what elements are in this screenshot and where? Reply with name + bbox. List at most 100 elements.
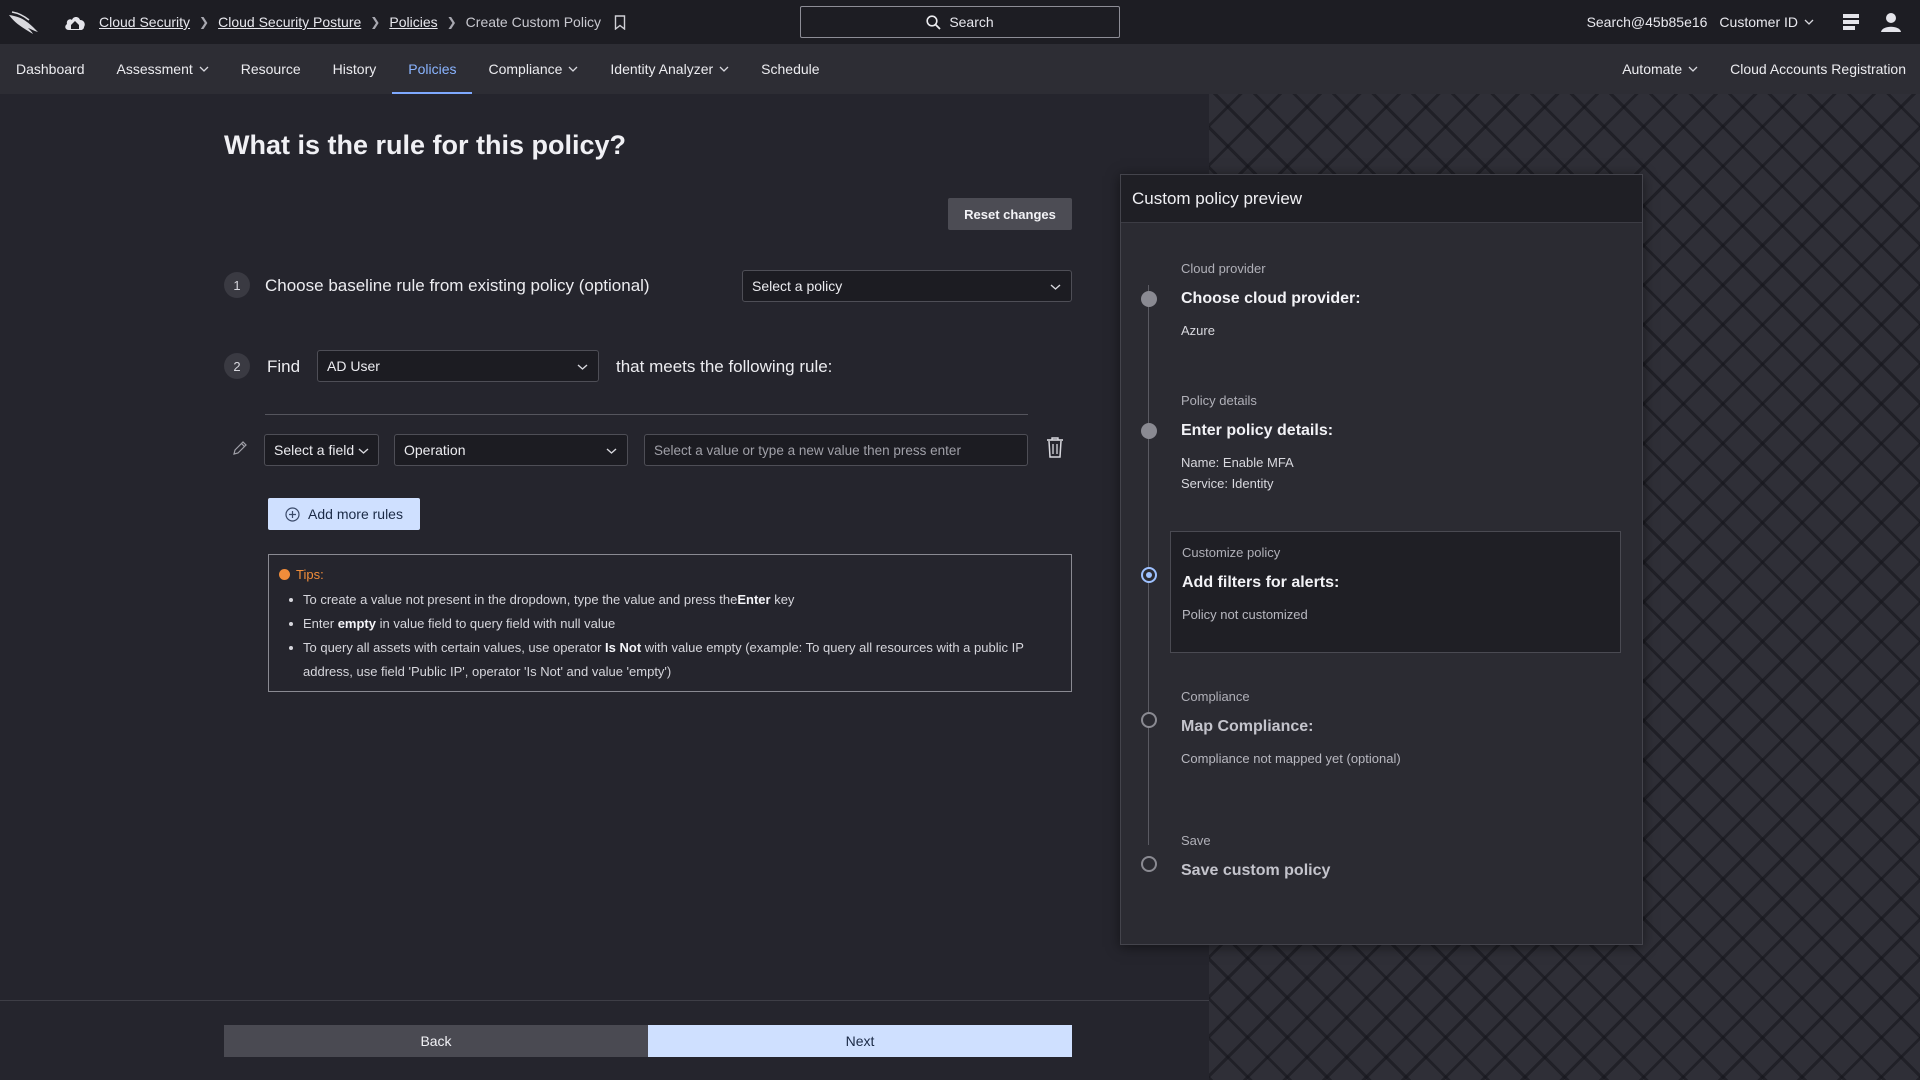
step-heading: Save custom policy — [1181, 862, 1331, 879]
nav-assessment[interactable]: Assessment — [117, 44, 209, 94]
global-search-button[interactable]: Search — [800, 6, 1120, 38]
user-account-name[interactable]: Search@45b85e16 — [1587, 14, 1708, 30]
breadcrumb-link-policies[interactable]: Policies — [389, 14, 437, 30]
step-value: Azure — [1181, 323, 1215, 338]
top-right-controls: Search@45b85e16 Customer ID — [1587, 0, 1920, 44]
step-value: Name: Enable MFA Service: Identity — [1181, 452, 1333, 494]
timeline-node-complete — [1141, 423, 1157, 439]
nav-identity-analyzer[interactable]: Identity Analyzer — [610, 44, 729, 94]
rule-field-select[interactable]: Select a field — [264, 434, 379, 466]
preview-title: Custom policy preview — [1121, 175, 1642, 223]
tips-box: Tips: To create a value not present in t… — [268, 554, 1072, 692]
nav-automate[interactable]: Automate — [1622, 44, 1698, 94]
info-icon — [279, 569, 290, 580]
breadcrumb-link-cloud-security-posture[interactable]: Cloud Security Posture — [218, 14, 361, 30]
preview-step-customize-policy[interactable]: Customize policy Add filters for alerts:… — [1182, 545, 1339, 625]
breadcrumb: Cloud Security ❯ Cloud Security Posture … — [99, 0, 626, 44]
nav-history[interactable]: History — [333, 44, 377, 94]
next-button[interactable]: Next — [648, 1025, 1072, 1057]
chevron-down-icon — [606, 448, 617, 454]
step-category: Save — [1181, 833, 1211, 848]
step-1-label: Choose baseline rule from existing polic… — [265, 276, 650, 295]
timeline-node-pending — [1141, 856, 1157, 872]
user-avatar-icon[interactable] — [1880, 11, 1902, 33]
timeline-node-complete — [1141, 291, 1157, 307]
nav-label: Dashboard — [16, 61, 85, 77]
timeline-node-active — [1141, 567, 1157, 583]
select-value: Operation — [404, 442, 466, 458]
nav-compliance[interactable]: Compliance — [488, 44, 578, 94]
breadcrumb-link-cloud-security[interactable]: Cloud Security — [99, 14, 190, 30]
step-category: Customize policy — [1182, 545, 1281, 560]
reset-changes-button[interactable]: Reset changes — [948, 198, 1072, 230]
nav-label: Cloud Accounts Registration — [1730, 61, 1906, 77]
nav-label: Assessment — [116, 61, 193, 77]
notifications-icon[interactable] — [1840, 11, 1862, 33]
select-value: AD User — [327, 358, 380, 374]
step-heading: Add filters for alerts: — [1182, 574, 1340, 591]
nav-schedule[interactable]: Schedule — [761, 44, 819, 94]
step-number-1: 1 — [224, 272, 250, 298]
chevron-right-icon: ❯ — [199, 15, 210, 29]
chevron-down-icon — [199, 66, 209, 72]
tips-list: To create a value not present in the dro… — [279, 588, 1061, 684]
baseline-policy-select[interactable]: Select a policy — [742, 270, 1072, 302]
nav-dashboard[interactable]: Dashboard — [16, 44, 85, 94]
select-value: Select a field — [274, 442, 355, 458]
tip-item: To create a value not present in the dro… — [289, 588, 1061, 612]
policy-service-value: Service: Identity — [1181, 476, 1274, 491]
add-more-rules-label: Add more rules — [308, 506, 403, 522]
chevron-down-icon — [568, 66, 578, 72]
rule-value-input[interactable]: Select a value or type a new value then … — [644, 434, 1028, 466]
chevron-down-icon — [1688, 66, 1698, 72]
cloud-home-icon[interactable] — [63, 11, 87, 33]
chevron-down-icon — [719, 66, 729, 72]
bookmark-icon[interactable] — [614, 14, 626, 30]
add-more-rules-button[interactable]: Add more rules — [268, 498, 420, 530]
page-title: What is the rule for this policy? — [224, 130, 627, 160]
step-heading: Enter policy details: — [1181, 422, 1334, 439]
breadcrumb-current: Create Custom Policy — [465, 14, 602, 30]
select-value: Select a policy — [752, 278, 843, 294]
nav-resource[interactable]: Resource — [241, 44, 301, 94]
preview-step-policy-details[interactable]: Policy details Enter policy details: Nam… — [1181, 393, 1333, 494]
preview-step-save[interactable]: Save Save custom policy — [1181, 833, 1330, 880]
preview-step-cloud-provider[interactable]: Cloud provider Choose cloud provider: Az… — [1181, 261, 1361, 341]
step-number-2: 2 — [224, 353, 250, 379]
nav-policies[interactable]: Policies — [392, 44, 473, 94]
timeline-line — [1148, 285, 1149, 845]
back-button[interactable]: Back — [224, 1025, 648, 1057]
step-heading: Choose cloud provider: — [1181, 290, 1361, 307]
chevron-down-icon — [358, 448, 369, 454]
chevron-down-icon — [1050, 284, 1061, 290]
pencil-icon[interactable] — [232, 440, 248, 456]
tips-header: Tips: — [279, 567, 1061, 582]
nav-label: Schedule — [761, 61, 820, 77]
policy-name-value: Name: Enable MFA — [1181, 455, 1294, 470]
falcon-logo-icon[interactable] — [8, 9, 40, 35]
nav-label: Policies — [408, 61, 457, 77]
tip-item: Enter empty in value field to query fiel… — [289, 612, 1061, 636]
step-2-find-label: Find — [267, 357, 301, 376]
trash-icon[interactable] — [1045, 436, 1065, 459]
step-category: Compliance — [1181, 689, 1250, 704]
custom-policy-preview-panel: Custom policy preview Cloud provider Cho… — [1120, 174, 1643, 945]
tips-title: Tips: — [296, 567, 324, 582]
divider — [265, 414, 1028, 415]
input-placeholder: Select a value or type a new value then … — [654, 442, 961, 458]
main-navigation: Dashboard Assessment Resource History Po… — [0, 44, 1920, 94]
step-heading: Map Compliance: — [1181, 718, 1314, 735]
search-icon — [926, 14, 941, 30]
customer-id-label: Customer ID — [1719, 14, 1798, 30]
nav-label: Automate — [1622, 61, 1683, 77]
chevron-down-icon — [577, 364, 588, 370]
nav-label: Compliance — [488, 61, 563, 77]
nav-cloud-accounts-registration[interactable]: Cloud Accounts Registration — [1730, 44, 1906, 94]
preview-step-compliance[interactable]: Compliance Map Compliance: Compliance no… — [1181, 689, 1401, 769]
resource-type-select[interactable]: AD User — [317, 350, 599, 382]
chevron-right-icon: ❯ — [370, 15, 381, 29]
rule-operation-select[interactable]: Operation — [394, 434, 628, 466]
step-value: Compliance not mapped yet (optional) — [1181, 751, 1401, 766]
customer-id-dropdown[interactable]: Customer ID — [1719, 14, 1814, 30]
step-category: Cloud provider — [1181, 261, 1266, 276]
